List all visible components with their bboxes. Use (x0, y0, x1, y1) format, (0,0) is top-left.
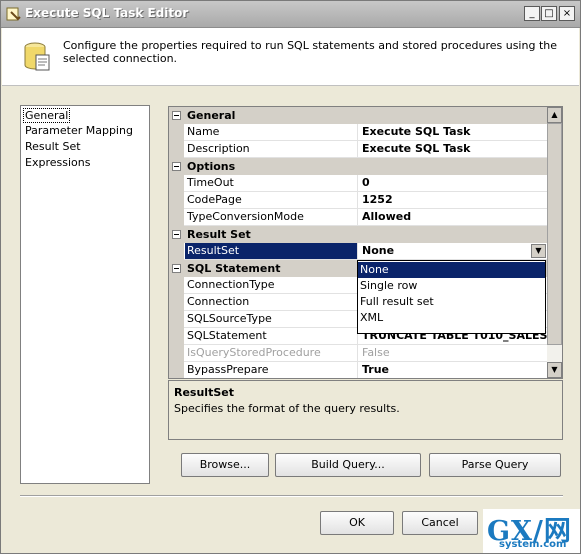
nav-item-result-set[interactable]: Result Set (25, 140, 81, 153)
property-name: SQLStatement (185, 328, 358, 344)
property-value[interactable]: 1252 (359, 192, 547, 208)
property-row[interactable]: TypeConversionMode Allowed (169, 209, 547, 226)
close-icon[interactable]: × (559, 6, 575, 21)
database-icon (22, 41, 52, 73)
description-panel: ResultSet Specifies the format of the qu… (168, 380, 563, 440)
property-value[interactable]: 0 (359, 175, 547, 191)
property-value[interactable]: Allowed (359, 209, 547, 225)
maximize-icon[interactable]: □ (541, 6, 557, 21)
property-row[interactable]: Description Execute SQL Task (169, 141, 547, 158)
category-label: General (187, 109, 236, 122)
scroll-down-icon[interactable]: ▼ (547, 362, 562, 378)
category-label: Result Set (187, 228, 251, 241)
scroll-thumb[interactable] (547, 123, 562, 345)
category-options: Options (169, 158, 547, 175)
nav-item-general[interactable]: General (23, 108, 71, 123)
task-icon (6, 6, 22, 22)
title-bar[interactable]: Execute SQL Task Editor _ □ × (1, 1, 580, 28)
dropdown-option-full-result-set[interactable]: Full result set (358, 294, 545, 310)
collapse-icon[interactable] (172, 264, 181, 273)
property-grid: General Name Execute SQL Task Descriptio… (168, 106, 563, 379)
header-panel: Configure the properties required to run… (2, 28, 579, 86)
editor-window: Execute SQL Task Editor _ □ × Configure … (0, 0, 581, 554)
separator (20, 495, 563, 497)
property-name: ConnectionType (185, 277, 358, 293)
category-label: SQL Statement (187, 262, 281, 275)
resultset-select[interactable]: None (359, 243, 547, 259)
property-row: IsQueryStoredProcedure False (169, 345, 547, 362)
ok-button[interactable]: OK (320, 511, 394, 535)
chevron-down-icon[interactable]: ▼ (531, 244, 546, 258)
description-title: ResultSet (174, 386, 234, 399)
property-row[interactable]: Name Execute SQL Task (169, 124, 547, 141)
property-name: CodePage (185, 192, 358, 208)
property-name: Connection (185, 294, 358, 310)
property-name: TimeOut (185, 175, 358, 191)
description-text: Specifies the format of the query result… (174, 402, 400, 415)
collapse-icon[interactable] (172, 230, 181, 239)
property-value[interactable]: Execute SQL Task (359, 124, 547, 140)
dropdown-option-none[interactable]: None (358, 262, 545, 278)
property-name: Name (185, 124, 358, 140)
dropdown-option-single-row[interactable]: Single row (358, 278, 545, 294)
watermark: GX/网 system.com (483, 509, 580, 553)
category-result-set: Result Set (169, 226, 547, 243)
property-value: False (362, 346, 390, 359)
resultset-dropdown-list: None Single row Full result set XML (357, 260, 546, 334)
cancel-button[interactable]: Cancel (402, 511, 478, 535)
property-name: SQLSourceType (185, 311, 358, 327)
nav-item-parameter-mapping[interactable]: Parameter Mapping (25, 124, 133, 137)
property-row[interactable]: CodePage 1252 (169, 192, 547, 209)
category-label: Options (187, 160, 236, 173)
property-row[interactable]: TimeOut 0 (169, 175, 547, 192)
property-name: Description (185, 141, 358, 157)
property-name: BypassPrepare (185, 362, 358, 378)
nav-item-expressions[interactable]: Expressions (25, 156, 90, 169)
property-name: IsQueryStoredProcedure (185, 345, 358, 361)
minimize-icon[interactable]: _ (524, 6, 540, 21)
header-description: Configure the properties required to run… (63, 39, 557, 65)
property-row[interactable]: BypassPrepare True (169, 362, 547, 378)
parse-query-button[interactable]: Parse Query (429, 453, 561, 477)
property-name: TypeConversionMode (185, 209, 358, 225)
collapse-icon[interactable] (172, 111, 181, 120)
property-row-resultset[interactable]: ResultSet None ▼ (169, 243, 547, 260)
browse-button[interactable]: Browse... (181, 453, 269, 477)
property-name: ResultSet (185, 243, 358, 259)
watermark-url: system.com (499, 539, 567, 550)
dropdown-option-xml[interactable]: XML (358, 310, 545, 326)
property-value[interactable]: Execute SQL Task (359, 141, 547, 157)
collapse-icon[interactable] (172, 162, 181, 171)
window-title: Execute SQL Task Editor (25, 6, 189, 20)
category-general: General (169, 107, 547, 124)
scroll-up-icon[interactable]: ▲ (547, 107, 562, 123)
property-value[interactable]: True (359, 362, 547, 378)
grid-scrollbar[interactable]: ▲ ▼ (547, 107, 562, 378)
build-query-button[interactable]: Build Query... (275, 453, 421, 477)
